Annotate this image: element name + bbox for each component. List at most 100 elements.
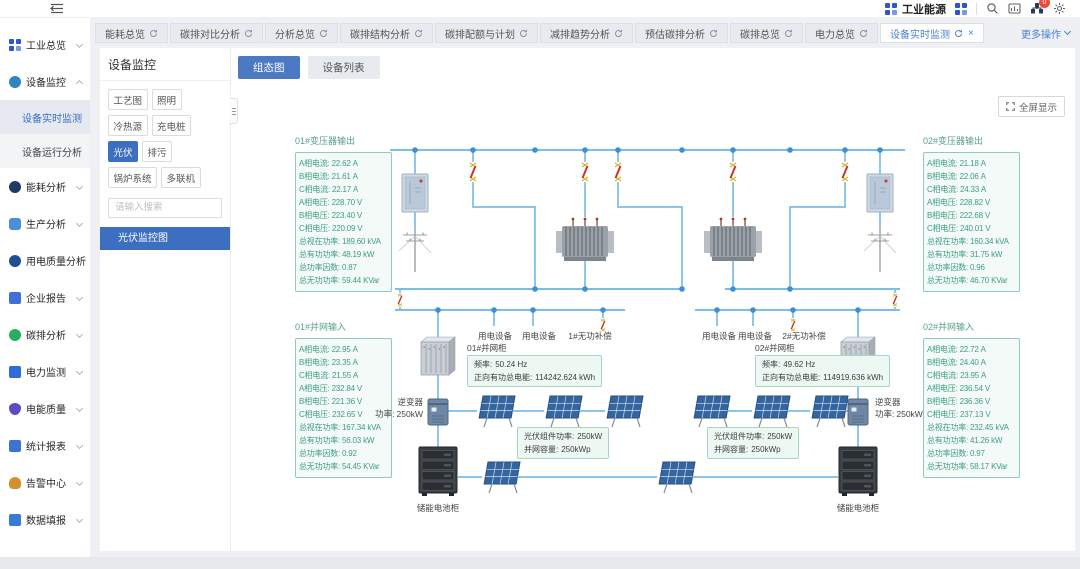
shield-icon: [9, 403, 21, 415]
sidebar-item-power-quality-analysis[interactable]: 用电质量分析: [0, 242, 90, 279]
panel-title: 01#变压器输出: [295, 134, 392, 147]
sidebar-item-enterprise-report[interactable]: 企业报告: [0, 279, 90, 316]
metric-value: 22.17 A: [332, 185, 358, 194]
sidebar-item-statistics-report[interactable]: 统计报表: [0, 427, 90, 464]
metrics-box: A相电流:21.18 AB相电流:22.06 AC相电流:24.33 AA相电压…: [923, 152, 1020, 292]
organization-icon[interactable]: 0: [1030, 2, 1044, 15]
metric-row: 总功率因数:0.87: [299, 261, 388, 274]
refresh-icon[interactable]: [709, 29, 718, 38]
metric-label: A相电压:: [299, 198, 330, 207]
tab-energy-overview[interactable]: 能耗总览: [95, 23, 168, 43]
refresh-icon[interactable]: [319, 29, 328, 38]
metric-value: 250kW: [896, 409, 922, 419]
metric-row: B相电流:22.06 A: [927, 170, 1016, 183]
grid-input-2-panel: 02#并网输入 A相电流:22.72 AB相电流:24.40 AC相电流:23.…: [923, 320, 1020, 478]
tree-item-pv-monitor[interactable]: 光伏监控图: [100, 227, 230, 250]
sidebar-sub-device-realtime[interactable]: 设备实时监测: [0, 100, 90, 134]
tab-carbon-overview[interactable]: 碳排总览: [730, 23, 803, 43]
chip-boiler-system[interactable]: 锅炉系统: [108, 167, 157, 188]
metric-row: 光伏组件功率:250kW: [714, 430, 792, 443]
refresh-icon[interactable]: [414, 29, 423, 38]
metric-row: 总无功功率:59.44 KVar: [299, 274, 388, 287]
metric-label: C相电流:: [299, 371, 330, 380]
tab-carbon-compare[interactable]: 碳排对比分析: [170, 23, 263, 43]
metric-label: 总有功功率:: [927, 250, 968, 259]
search-input[interactable]: [108, 198, 222, 218]
metric-label: C相电流:: [927, 371, 958, 380]
metric-label: 总功率因数:: [299, 449, 340, 458]
metric-label: 正向有功总电能:: [474, 373, 532, 382]
metric-label: C相电压:: [927, 224, 958, 233]
metrics-box: A相电流:22.62 AB相电流:21.61 AC相电流:22.17 AA相电压…: [295, 152, 392, 292]
sidebar-item-power-monitor[interactable]: 电力监测: [0, 353, 90, 390]
chip-pv[interactable]: 光伏: [108, 141, 138, 162]
app-switcher-icon[interactable]: [955, 3, 967, 15]
metric-label: C相电压:: [299, 224, 330, 233]
metric-value: 240.01 V: [960, 224, 990, 233]
chip-process-diagram[interactable]: 工艺图: [108, 89, 148, 110]
metric-row: A相电流:22.62 A: [299, 157, 388, 170]
device-list-button[interactable]: 设备列表: [308, 56, 380, 79]
refresh-icon[interactable]: [244, 29, 253, 38]
metric-label: 正向有功总电能:: [762, 373, 820, 382]
sidebar-item-industry-overview[interactable]: 工业总览: [0, 26, 90, 63]
sidebar-item-device-monitor[interactable]: 设备监控: [0, 63, 90, 100]
metric-row: 总视在功率:232.45 kVA: [927, 421, 1016, 434]
metric-value: 228.70 V: [332, 198, 362, 207]
metric-row: 总视在功率:189.60 kVA: [299, 235, 388, 248]
metric-row: 总有功功率:31.75 kW: [927, 248, 1016, 261]
sidebar-sub-device-analysis[interactable]: 设备运行分析: [0, 134, 90, 168]
more-actions-button[interactable]: 更多操作: [1021, 26, 1070, 41]
diagram-view-button[interactable]: 组态图: [238, 56, 300, 79]
sidebar-item-power-quality[interactable]: 电能质量: [0, 390, 90, 427]
metric-value: 22.06 A: [960, 172, 986, 181]
chip-hvac-source[interactable]: 冷热源: [108, 115, 148, 136]
battery-cabinet-2-icon: [839, 447, 877, 496]
app-brand[interactable]: 工业能源: [885, 1, 946, 17]
refresh-icon[interactable]: [149, 29, 158, 38]
tab-reduction-trend[interactable]: 减排趋势分析: [540, 23, 633, 43]
sidebar-item-alarm-center[interactable]: 告警中心: [0, 464, 90, 501]
sidebar-collapse-icon[interactable]: [50, 3, 64, 14]
tab-carbon-structure[interactable]: 碳排结构分析: [340, 23, 433, 43]
refresh-icon[interactable]: [954, 29, 963, 38]
pv-panel-icon: [484, 462, 520, 493]
chevron-down-icon: [76, 516, 83, 523]
chip-charging-pile[interactable]: 充电桩: [152, 115, 192, 136]
refresh-icon[interactable]: [784, 29, 793, 38]
refresh-icon[interactable]: [519, 29, 528, 38]
chevron-down-icon: [76, 442, 83, 449]
tab-carbon-quota-plan[interactable]: 碳排配额与计划: [435, 23, 538, 43]
tab-power-overview[interactable]: 电力总览: [805, 23, 878, 43]
metric-row: B相电压:222.68 V: [927, 209, 1016, 222]
inverter-1-label: 逆变器 功率:250kW: [361, 396, 423, 420]
chip-multi-split[interactable]: 多联机: [161, 167, 201, 188]
metric-label: C相电流:: [299, 185, 330, 194]
sidebar-item-carbon-analysis[interactable]: 碳排分析: [0, 316, 90, 353]
metric-value: 189.60 kVA: [342, 237, 381, 246]
gear-icon[interactable]: [1053, 2, 1066, 15]
chip-sewage[interactable]: 排污: [142, 141, 172, 162]
refresh-icon[interactable]: [859, 29, 868, 38]
metric-label: 总视在功率:: [927, 237, 968, 246]
sidebar-item-data-report[interactable]: 数据填报: [0, 501, 90, 538]
app-window: 工业能源 0 工业总览 设备监控: [0, 0, 1080, 569]
search-icon[interactable]: [986, 2, 999, 15]
chip-lighting[interactable]: 照明: [152, 89, 182, 110]
metric-row: C相电流:21.55 A: [299, 369, 388, 382]
tab-analysis-overview[interactable]: 分析总览: [265, 23, 338, 43]
tab-device-realtime[interactable]: 设备实时监测×: [880, 23, 984, 43]
metric-value: 48.19 kW: [342, 250, 374, 259]
metric-row: C相电流:22.17 A: [299, 183, 388, 196]
tab-carbon-forecast[interactable]: 预估碳排分析: [635, 23, 728, 43]
metric-value: 0.96: [970, 263, 985, 272]
close-icon[interactable]: ×: [968, 28, 974, 39]
power-monitor-icon: [9, 366, 21, 378]
refresh-icon[interactable]: [614, 29, 623, 38]
workbench-icon[interactable]: [1008, 2, 1021, 15]
utility-pole-icon: [864, 227, 896, 272]
metric-row: B相电压:223.40 V: [299, 209, 388, 222]
metric-value: 232.45 kVA: [970, 423, 1009, 432]
sidebar-item-production-analysis[interactable]: 生产分析: [0, 205, 90, 242]
sidebar-item-energy-analysis[interactable]: 能耗分析: [0, 168, 90, 205]
